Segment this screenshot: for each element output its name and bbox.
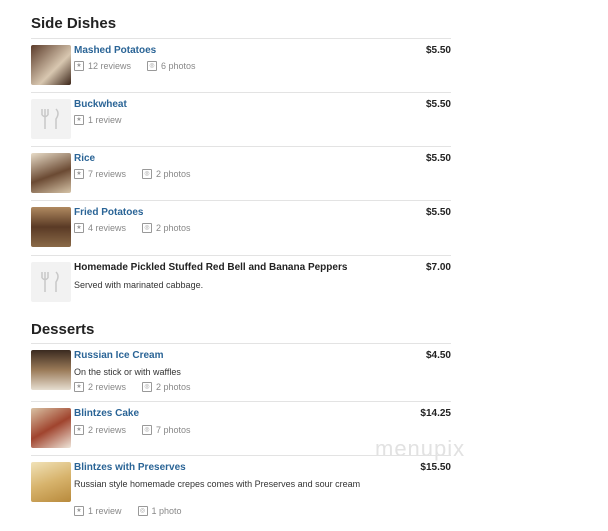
item-price: $4.50 <box>425 350 451 361</box>
item-description: Served with marinated cabbage. <box>74 280 204 290</box>
item-meta: ★ 12 reviews ◎ 6 photos <box>74 61 196 71</box>
dish-photo[interactable] <box>31 45 71 85</box>
dish-photo[interactable] <box>31 462 71 502</box>
item-price: $5.50 <box>425 99 451 110</box>
camera-icon: ◎ <box>142 223 153 233</box>
item-price: $15.50 <box>420 462 451 473</box>
review-count[interactable]: 4 reviews <box>88 223 126 233</box>
photo-count[interactable]: 7 photos <box>156 425 191 435</box>
review-count[interactable]: 7 reviews <box>88 169 126 179</box>
review-icon: ★ <box>74 382 84 392</box>
item-meta: ★ 7 reviews ◎ 2 photos <box>74 169 191 179</box>
section-title-desserts: Desserts <box>31 321 95 338</box>
review-icon: ★ <box>74 169 84 179</box>
review-icon: ★ <box>74 115 84 125</box>
camera-icon: ◎ <box>142 382 153 392</box>
dish-photo[interactable] <box>31 153 71 193</box>
item-meta: ★ 2 reviews ◎ 2 photos <box>74 382 191 392</box>
menu-item: Rice $5.50 ★ 7 reviews ◎ 2 photos <box>31 146 451 201</box>
item-name[interactable]: Mashed Potatoes <box>74 45 156 56</box>
menu-item: Mashed Potatoes $5.50 ★ 12 reviews ◎ 6 pho… <box>31 38 451 93</box>
item-name[interactable]: Blintzes Cake <box>74 408 139 419</box>
camera-icon: ◎ <box>142 169 153 179</box>
review-icon: ★ <box>74 223 84 233</box>
item-meta: ★ 2 reviews ◎ 7 photos <box>74 425 191 435</box>
menu-item: Blintzes with Preserves $15.50 Russian s… <box>31 455 451 528</box>
item-price: $5.50 <box>425 207 451 218</box>
camera-icon: ◎ <box>142 425 153 435</box>
dish-photo[interactable] <box>31 408 71 448</box>
item-meta: ★ 1 review ◎ 1 photo <box>74 506 182 516</box>
item-description: On the stick or with waffles <box>74 367 181 377</box>
camera-icon: ◎ <box>147 61 158 71</box>
photo-count[interactable]: 2 photos <box>156 223 191 233</box>
item-price: $5.50 <box>425 45 451 56</box>
review-icon: ★ <box>74 425 84 435</box>
section-title-side-dishes: Side Dishes <box>31 15 117 32</box>
photo-count[interactable]: 1 photo <box>152 506 182 516</box>
review-count[interactable]: 1 review <box>88 115 122 125</box>
menu-item: Buckwheat $5.50 ★ 1 review <box>31 92 451 147</box>
review-count[interactable]: 2 reviews <box>88 425 126 435</box>
dish-photo[interactable] <box>31 350 71 390</box>
review-count[interactable]: 12 reviews <box>88 61 131 71</box>
item-name[interactable]: Russian Ice Cream <box>74 350 164 361</box>
review-icon: ★ <box>74 506 84 516</box>
menu-item: Homemade Pickled Stuffed Red Bell and Ba… <box>31 255 451 310</box>
review-count[interactable]: 1 review <box>88 506 122 516</box>
fork-knife-icon <box>31 262 71 302</box>
item-price: $5.50 <box>425 153 451 164</box>
photo-count[interactable]: 6 photos <box>161 61 196 71</box>
dish-photo[interactable] <box>31 207 71 247</box>
camera-icon: ◎ <box>137 506 148 516</box>
item-name[interactable]: Fried Potatoes <box>74 207 143 218</box>
fork-knife-icon <box>31 99 71 139</box>
item-price: $7.00 <box>425 262 451 273</box>
item-meta: ★ 4 reviews ◎ 2 photos <box>74 223 191 233</box>
item-name: Homemade Pickled Stuffed Red Bell and Ba… <box>74 262 348 273</box>
photo-count[interactable]: 2 photos <box>156 382 191 392</box>
item-name[interactable]: Buckwheat <box>74 99 127 110</box>
review-count[interactable]: 2 reviews <box>88 382 126 392</box>
item-name[interactable]: Rice <box>74 153 95 164</box>
photo-count[interactable]: 2 photos <box>156 169 191 179</box>
review-icon: ★ <box>74 61 84 71</box>
item-description: Russian style homemade crepes comes with… <box>74 479 361 489</box>
item-name[interactable]: Blintzes with Preserves <box>74 462 186 473</box>
menu-item: Russian Ice Cream $4.50 On the stick or … <box>31 343 451 402</box>
item-meta: ★ 1 review <box>74 115 122 125</box>
menu-item: Fried Potatoes $5.50 ★ 4 reviews ◎ 2 photo… <box>31 200 451 255</box>
item-price: $14.25 <box>420 408 451 419</box>
